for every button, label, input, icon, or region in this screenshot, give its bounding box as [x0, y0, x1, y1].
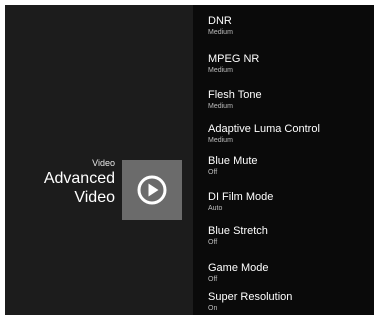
menu-item-label: Adaptive Luma Control [208, 123, 320, 135]
section-header: Video Advanced Video [44, 157, 115, 207]
menu-item-value: Off [208, 276, 218, 283]
play-circle-icon [137, 175, 167, 205]
menu-item-value: On [208, 305, 218, 312]
advanced-video-tile[interactable] [122, 160, 182, 220]
menu-item-di-film-mode[interactable]: DI Film Mode Auto [208, 191, 273, 213]
menu-item-blue-mute[interactable]: Blue Mute Off [208, 155, 258, 177]
category-label: Video [92, 158, 115, 168]
menu-item-value: Medium [208, 29, 233, 36]
menu-item-label: Blue Stretch [208, 225, 268, 237]
menu-item-adaptive-luma-control[interactable]: Adaptive Luma Control Medium [208, 123, 320, 145]
menu-item-super-resolution[interactable]: Super Resolution On [208, 291, 292, 313]
menu-item-value: Off [208, 239, 218, 246]
menu-item-label: Blue Mute [208, 155, 258, 167]
menu-item-value: Medium [208, 67, 233, 74]
page-title-line-1: Advanced [43, 170, 115, 187]
menu-item-value: Auto [208, 205, 223, 212]
tv-screen: Video Advanced Video DNR Medium MPEG NR … [5, 5, 374, 315]
menu-item-dnr[interactable]: DNR Medium [208, 15, 233, 37]
menu-item-label: Super Resolution [208, 291, 293, 303]
menu-item-label: DNR [208, 15, 232, 27]
menu-item-label: MPEG NR [208, 53, 260, 65]
menu-item-value: Medium [208, 137, 233, 144]
menu-item-label: Flesh Tone [208, 89, 262, 101]
menu-item-blue-stretch[interactable]: Blue Stretch Off [208, 225, 268, 247]
menu-item-label: DI Film Mode [208, 191, 274, 203]
menu-item-mpeg-nr[interactable]: MPEG NR Medium [208, 53, 259, 75]
settings-menu: DNR Medium MPEG NR Medium Flesh Tone Med… [193, 5, 374, 315]
page-title-line-2: Video [74, 189, 115, 206]
menu-item-value: Off [208, 169, 218, 176]
menu-item-flesh-tone[interactable]: Flesh Tone Medium [208, 89, 262, 111]
left-panel: Video Advanced Video [5, 5, 193, 315]
menu-item-game-mode[interactable]: Game Mode Off [208, 262, 269, 284]
menu-item-label: Game Mode [208, 262, 269, 274]
menu-item-value: Medium [208, 103, 233, 110]
